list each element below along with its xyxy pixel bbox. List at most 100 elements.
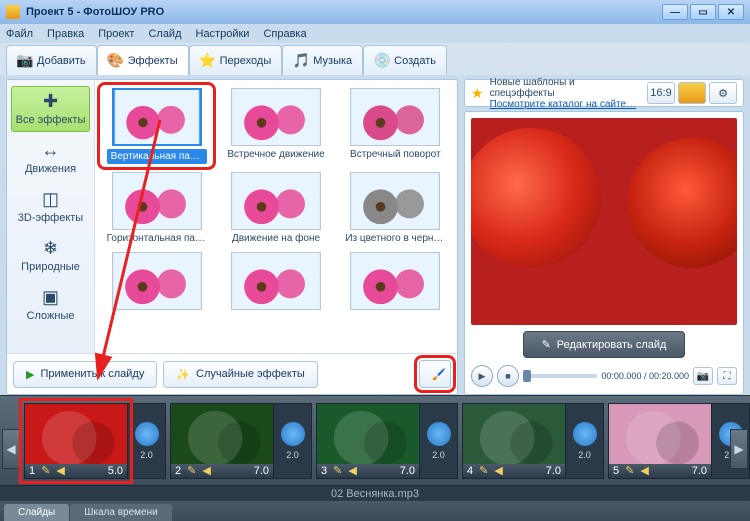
- menu-edit[interactable]: Правка: [47, 28, 84, 40]
- transition-1[interactable]: 2.0: [128, 403, 166, 479]
- menu-help[interactable]: Справка: [263, 28, 306, 40]
- random-label: Случайные эффекты: [196, 368, 305, 380]
- maximize-button[interactable]: ▭: [690, 4, 716, 20]
- effect-3[interactable]: Горизонтальная панорама: [103, 172, 210, 244]
- slide-3[interactable]: 3✎◀7.02.0: [316, 403, 458, 479]
- slide-number: 3: [321, 465, 327, 477]
- transition-2[interactable]: 2.0: [274, 403, 312, 479]
- effect-8[interactable]: [342, 252, 449, 313]
- slide-thumbnail: 2✎◀7.0: [170, 403, 274, 479]
- category-2[interactable]: ◫ 3D-эффекты: [11, 184, 90, 230]
- arrow-down-icon: ▶: [26, 368, 34, 381]
- category-icon: ◫: [39, 190, 63, 210]
- slide-number: 5: [613, 465, 619, 477]
- stop-button[interactable]: ■: [497, 365, 519, 387]
- slide-1[interactable]: 1✎◀5.02.0: [24, 403, 166, 479]
- effect-label: Вертикальная панорама: [107, 149, 207, 164]
- effect-4[interactable]: Движение на фоне: [222, 172, 329, 244]
- audio-track[interactable]: 02 Веснянка.mp3: [0, 485, 750, 501]
- settings-button[interactable]: ⚙: [709, 82, 737, 104]
- tab-slides-view[interactable]: Слайды: [4, 504, 69, 521]
- slide-4[interactable]: 4✎◀7.02.0: [462, 403, 604, 479]
- tab-music[interactable]: 🎵Музыка: [282, 45, 363, 75]
- menu-settings[interactable]: Настройки: [196, 28, 250, 40]
- slide-duration: 5.0: [108, 465, 123, 477]
- aspect-ratio-button[interactable]: 16:9: [647, 82, 675, 104]
- pencil-icon: ✎: [187, 464, 196, 477]
- category-label: Природные: [21, 261, 80, 273]
- random-effects-button[interactable]: ✨ Случайные эффекты: [163, 361, 317, 388]
- effect-0[interactable]: Вертикальная панорама: [103, 88, 210, 164]
- timeline: ◀ 1✎◀5.02.02✎◀7.02.03✎◀7.02.04✎◀7.02.05✎…: [0, 395, 750, 501]
- camera-icon: 📷: [17, 53, 33, 69]
- menubar: Файл Правка Проект Слайд Настройки Справ…: [0, 24, 750, 43]
- category-0[interactable]: ✚ Все эффекты: [11, 86, 90, 132]
- slide-duration: 7.0: [254, 465, 269, 477]
- audio-filename: 02 Веснянка.mp3: [331, 488, 419, 500]
- effect-6[interactable]: [103, 252, 210, 313]
- slide-5[interactable]: 5✎◀7.02.0: [608, 403, 750, 479]
- menu-slide[interactable]: Слайд: [148, 28, 181, 40]
- transition-4[interactable]: 2.0: [566, 403, 604, 479]
- slide-duration: 7.0: [692, 465, 707, 477]
- tab-transitions-label: Переходы: [220, 55, 272, 67]
- transition-duration: 2.0: [140, 450, 153, 460]
- edit-slide-button[interactable]: ✎ Редактировать слайд: [523, 331, 686, 358]
- slide-strip: 1✎◀5.02.02✎◀7.02.03✎◀7.02.04✎◀7.02.05✎◀7…: [0, 396, 750, 485]
- timeline-scroll-right[interactable]: ▶: [730, 429, 748, 469]
- snapshot-button[interactable]: 📷: [693, 367, 713, 385]
- transition-3[interactable]: 2.0: [420, 403, 458, 479]
- disc-icon: 💿: [374, 53, 390, 69]
- effect-7[interactable]: [222, 252, 329, 313]
- category-label: 3D-эффекты: [18, 212, 83, 224]
- category-4[interactable]: ▣ Сложные: [11, 282, 90, 328]
- menu-file[interactable]: Файл: [6, 28, 33, 40]
- wand-icon: ✨: [176, 368, 190, 381]
- tab-create[interactable]: 💿Создать: [363, 45, 447, 75]
- category-label: Все эффекты: [16, 114, 86, 126]
- close-button[interactable]: ✕: [718, 4, 744, 20]
- app-icon: [6, 5, 20, 19]
- tab-transitions[interactable]: ⭐Переходы: [189, 45, 283, 75]
- tab-add[interactable]: 📷Добавить: [6, 45, 97, 75]
- apply-label: Применить к слайду: [40, 368, 144, 380]
- minimize-button[interactable]: —: [662, 4, 688, 20]
- sound-icon: ◀: [56, 464, 64, 477]
- main-tabs: 📷Добавить 🎨Эффекты ⭐Переходы 🎵Музыка 💿Со…: [0, 43, 750, 75]
- category-icon: ✚: [39, 92, 63, 112]
- brush-button[interactable]: 🖌️: [419, 360, 451, 388]
- timeline-scroll-left[interactable]: ◀: [2, 429, 20, 469]
- effect-label: Из цветного в черно-белое: [345, 233, 445, 244]
- effect-2[interactable]: Встречный поворот: [342, 88, 449, 164]
- effect-thumbnail: [231, 172, 321, 230]
- edit-slide-label: Редактировать слайд: [557, 339, 667, 351]
- category-list: ✚ Все эффекты ↔Движения ◫ 3D-эффекты ❄Природн…: [7, 80, 95, 353]
- palette-icon: 🎨: [108, 53, 124, 69]
- effect-5[interactable]: Из цветного в черно-белое: [342, 172, 449, 244]
- effect-thumbnail: [350, 252, 440, 310]
- play-button[interactable]: ▶: [471, 365, 493, 387]
- effect-1[interactable]: Встречное движение: [222, 88, 329, 164]
- gear-icon: ⚙: [718, 87, 728, 100]
- category-label: Сложные: [27, 310, 75, 322]
- menu-project[interactable]: Проект: [98, 28, 134, 40]
- category-1[interactable]: ↔Движения: [11, 135, 90, 181]
- pencil-icon: ✎: [542, 338, 551, 351]
- category-icon: ▣: [39, 288, 63, 308]
- promo-link[interactable]: Посмотрите каталог на сайте…: [490, 99, 641, 110]
- tab-effects[interactable]: 🎨Эффекты: [97, 45, 189, 75]
- transition-icon: [573, 422, 597, 446]
- tab-timeline-view[interactable]: Шкала времени: [70, 504, 171, 521]
- effect-label: Встречный поворот: [350, 149, 441, 160]
- pencil-icon: ✎: [625, 464, 634, 477]
- preview-image: [471, 118, 737, 325]
- window-title: Проект 5 - ФотоШОУ PRO: [26, 6, 164, 18]
- apply-to-slide-button[interactable]: ▶ Применить к слайду: [13, 361, 157, 388]
- slide-2[interactable]: 2✎◀7.02.0: [170, 403, 312, 479]
- sound-icon: ◀: [494, 464, 502, 477]
- playback-slider[interactable]: [523, 374, 597, 378]
- pencil-icon: ✎: [479, 464, 488, 477]
- category-3[interactable]: ❄Природные: [11, 233, 90, 279]
- theme-button[interactable]: [678, 82, 706, 104]
- fullscreen-button[interactable]: ⛶: [717, 367, 737, 385]
